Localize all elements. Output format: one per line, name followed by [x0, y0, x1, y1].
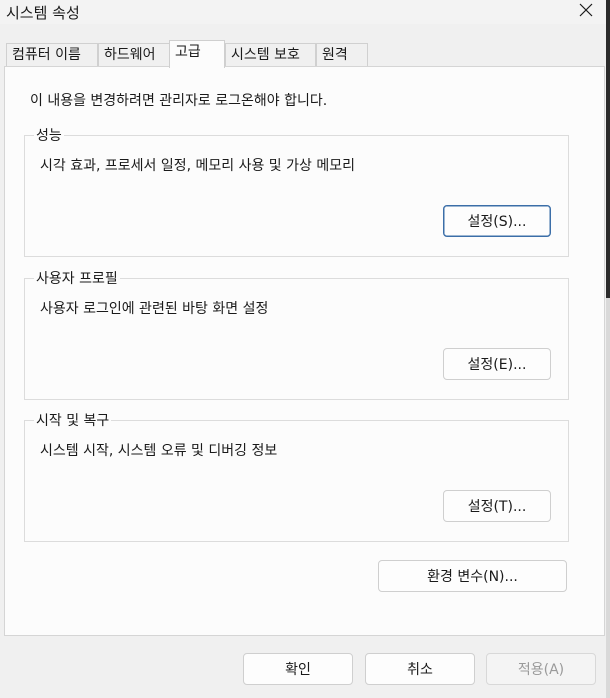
user-profiles-group-title: 사용자 프로필: [34, 268, 120, 288]
user-profiles-description: 사용자 로그인에 관련된 바탕 화면 설정: [40, 301, 269, 317]
user-profiles-settings-button[interactable]: 설정(E)...: [443, 348, 551, 380]
title-bar: 시스템 속성: [0, 0, 606, 24]
window-edge-lower: [606, 298, 610, 698]
window-title: 시스템 속성: [6, 4, 80, 22]
tab-hardware[interactable]: 하드웨어: [98, 43, 170, 66]
environment-variables-button[interactable]: 환경 변수(N)...: [378, 560, 567, 592]
window-edge: [606, 0, 610, 298]
performance-settings-button[interactable]: 설정(S)...: [443, 205, 551, 237]
tab-computer-name[interactable]: 컴퓨터 이름: [6, 43, 98, 66]
startup-recovery-settings-button[interactable]: 설정(T)...: [443, 490, 551, 522]
dialog-footer: 확인 취소 적용(A): [0, 638, 606, 698]
performance-description: 시각 효과, 프로세서 일정, 메모리 사용 및 가상 메모리: [40, 158, 355, 174]
ok-button[interactable]: 확인: [243, 653, 353, 685]
cancel-button[interactable]: 취소: [365, 653, 475, 685]
tab-system-protection[interactable]: 시스템 보호: [225, 43, 316, 66]
admin-notice: 이 내용을 변경하려면 관리자로 로그온해야 합니다.: [30, 93, 328, 109]
apply-button[interactable]: 적용(A): [486, 653, 596, 685]
performance-group: [24, 135, 569, 257]
startup-recovery-group-title: 시작 및 복구: [34, 410, 112, 430]
performance-group-title: 성능: [34, 125, 64, 145]
tab-advanced[interactable]: 고급: [169, 40, 225, 68]
startup-recovery-description: 시스템 시작, 시스템 오류 및 디버깅 정보: [40, 443, 278, 459]
startup-recovery-group: [24, 420, 569, 542]
tab-remote[interactable]: 원격: [316, 43, 368, 66]
user-profiles-group: [24, 278, 569, 400]
tab-strip: 컴퓨터 이름 하드웨어 고급 시스템 보호 원격: [0, 40, 606, 68]
close-icon: [579, 3, 593, 21]
close-button[interactable]: [566, 0, 606, 24]
